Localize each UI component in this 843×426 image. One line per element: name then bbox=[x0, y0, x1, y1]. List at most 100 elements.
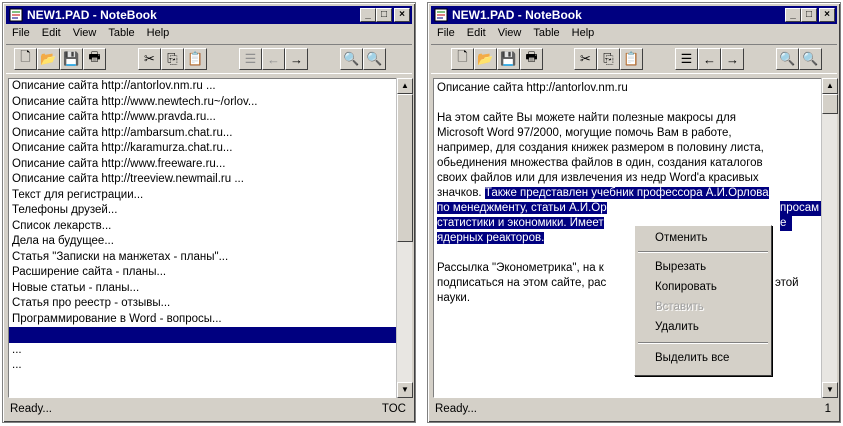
vertical-scrollbar[interactable]: ▲ ▼ bbox=[821, 78, 838, 398]
doc-line: Рассылка "Эконометрика", на к bbox=[437, 261, 604, 276]
scroll-down-button[interactable]: ▼ bbox=[822, 382, 838, 398]
doc-line: своих файлов или для извлечения из недр … bbox=[437, 171, 759, 186]
open-file-button[interactable]: 📂 bbox=[474, 48, 497, 70]
scroll-up-button[interactable]: ▲ bbox=[397, 78, 413, 94]
copy-button[interactable]: ⎘ bbox=[597, 48, 620, 70]
maximize-button[interactable]: □ bbox=[376, 8, 392, 22]
minimize-button[interactable]: _ bbox=[360, 8, 376, 22]
notebook-app-icon bbox=[434, 8, 448, 22]
list-item[interactable]: Текст для регистрации... bbox=[9, 188, 397, 204]
close-button[interactable]: × bbox=[394, 8, 410, 22]
new-file-button[interactable]: 🗋 bbox=[451, 48, 474, 70]
list-item[interactable]: Расширение сайта - планы... bbox=[9, 265, 397, 281]
notebook-app-icon bbox=[9, 8, 23, 22]
binoculars-icon: 🔍 bbox=[779, 51, 796, 66]
doc-text: Microsoft Word 97/2000, могущие помочь В… bbox=[437, 127, 732, 139]
list-item[interactable]: Описание сайта http://ambarsum.chat.ru..… bbox=[9, 126, 397, 142]
move-left-button[interactable]: ← bbox=[698, 48, 721, 70]
menu-help[interactable]: Help bbox=[566, 25, 601, 43]
doc-line: например, для создания книжек размером в… bbox=[437, 141, 764, 156]
open-folder-icon: 📂 bbox=[40, 51, 57, 66]
toc-list[interactable]: Описание сайта http://antorlov.nm.ru ...… bbox=[8, 78, 398, 398]
find-next-button[interactable]: 🔍 bbox=[799, 48, 822, 70]
title-bar[interactable]: NEW1.PAD - NoteBook _ □ × bbox=[431, 6, 837, 24]
doc-line: значков. Также представлен учебник профе… bbox=[437, 186, 769, 201]
find-next-button[interactable]: 🔍 bbox=[363, 48, 386, 70]
list-item[interactable]: Список лекарств... bbox=[9, 219, 397, 235]
list-item[interactable]: Описание сайта http://www.pravda.ru... bbox=[9, 110, 397, 126]
print-button[interactable]: 🖶 bbox=[83, 48, 106, 70]
printer-icon: 🖶 bbox=[88, 49, 101, 64]
status-text: Ready... bbox=[435, 403, 477, 415]
ctx-cut[interactable]: Вырезать bbox=[655, 261, 706, 273]
list-item[interactable]: Статья "Записки на манжетах - планы"... bbox=[9, 250, 397, 266]
cut-button[interactable]: ✂ bbox=[138, 48, 161, 70]
ctx-delete[interactable]: Удалить bbox=[655, 321, 699, 333]
list-item[interactable]: Дела на будущее... bbox=[9, 234, 397, 250]
list-item[interactable]: Телефоны друзей... bbox=[9, 203, 397, 219]
selected-text: ядерных реакторов. bbox=[437, 232, 545, 244]
scroll-thumb[interactable] bbox=[397, 94, 413, 242]
doc-line: На этом сайте Вы можете найти полезные м… bbox=[437, 111, 736, 126]
list-item[interactable]: Описание сайта http://antorlov.nm.ru ... bbox=[9, 79, 397, 95]
ctx-paste[interactable]: Вставить bbox=[655, 301, 704, 313]
minimize-button[interactable]: _ bbox=[785, 8, 801, 22]
new-file-button[interactable]: 🗋 bbox=[14, 48, 37, 70]
toolbar: 🗋 📂 💾 🖶 ✂ ⎘ 📋 ☰ ← → 🔍 🔍 bbox=[431, 44, 837, 74]
status-mode: TOC bbox=[381, 403, 406, 415]
move-right-button[interactable]: → bbox=[285, 48, 308, 70]
menu-view[interactable]: View bbox=[67, 25, 103, 43]
list-item[interactable] bbox=[9, 327, 397, 343]
list-item[interactable]: Описание сайта http://www.newtech.ru~/or… bbox=[9, 95, 397, 111]
copy-button[interactable]: ⎘ bbox=[161, 48, 184, 70]
list-item[interactable]: Описание сайта http://treeview.newmail.r… bbox=[9, 172, 397, 188]
list-item[interactable]: ... bbox=[9, 343, 397, 359]
list-button[interactable]: ☰ bbox=[239, 48, 262, 70]
move-right-button[interactable]: → bbox=[721, 48, 744, 70]
save-button[interactable]: 💾 bbox=[497, 48, 520, 70]
ctx-copy[interactable]: Копировать bbox=[655, 281, 717, 293]
list-item[interactable]: Программирование в Word - вопросы... bbox=[9, 312, 397, 328]
scissors-icon: ✂ bbox=[580, 51, 591, 66]
find-button[interactable]: 🔍 bbox=[340, 48, 363, 70]
menu-file[interactable]: File bbox=[6, 25, 36, 43]
ctx-select-all[interactable]: Выделить все bbox=[655, 352, 729, 364]
doc-line: Microsoft Word 97/2000, могущие помочь В… bbox=[437, 126, 732, 141]
menu-view[interactable]: View bbox=[492, 25, 528, 43]
menu-bar: File Edit View Table Help bbox=[6, 25, 412, 43]
list-item[interactable]: Новые статьи - планы... bbox=[9, 281, 397, 297]
menu-table[interactable]: Table bbox=[102, 25, 140, 43]
menu-edit[interactable]: Edit bbox=[461, 25, 492, 43]
list-item[interactable]: Статья про реестр - отзывы... bbox=[9, 296, 397, 312]
ctx-undo[interactable]: Отменить bbox=[655, 232, 708, 244]
list-item[interactable]: Описание сайта http://www.freeware.ru... bbox=[9, 157, 397, 173]
list-button[interactable]: ☰ bbox=[675, 48, 698, 70]
status-bar: Ready... 1 bbox=[431, 399, 837, 419]
list-item[interactable]: Описание сайта http://karamurza.chat.ru.… bbox=[9, 141, 397, 157]
title-bar[interactable]: NEW1.PAD - NoteBook _ □ × bbox=[6, 6, 412, 24]
open-file-button[interactable]: 📂 bbox=[37, 48, 60, 70]
menu-file[interactable]: File bbox=[431, 25, 461, 43]
close-button[interactable]: × bbox=[819, 8, 835, 22]
vertical-scrollbar[interactable]: ▲ ▼ bbox=[396, 78, 413, 398]
menu-help[interactable]: Help bbox=[141, 25, 176, 43]
paste-button[interactable]: 📋 bbox=[184, 48, 207, 70]
save-button[interactable]: 💾 bbox=[60, 48, 83, 70]
find-button[interactable]: 🔍 bbox=[776, 48, 799, 70]
doc-text: науки. bbox=[437, 292, 471, 304]
status-line-number: 1 bbox=[824, 403, 831, 415]
move-left-button[interactable]: ← bbox=[262, 48, 285, 70]
print-button[interactable]: 🖶 bbox=[520, 48, 543, 70]
doc-line: ядерных реакторов. bbox=[437, 231, 545, 246]
scroll-thumb[interactable] bbox=[822, 94, 838, 114]
binoculars-icon: 🔍 bbox=[343, 51, 360, 66]
menu-table[interactable]: Table bbox=[527, 25, 565, 43]
scissors-icon: ✂ bbox=[144, 51, 155, 66]
paste-button[interactable]: 📋 bbox=[620, 48, 643, 70]
cut-button[interactable]: ✂ bbox=[574, 48, 597, 70]
menu-edit[interactable]: Edit bbox=[36, 25, 67, 43]
scroll-down-button[interactable]: ▼ bbox=[397, 382, 413, 398]
list-item[interactable]: ... bbox=[9, 358, 397, 374]
maximize-button[interactable]: □ bbox=[801, 8, 817, 22]
scroll-up-button[interactable]: ▲ bbox=[822, 78, 838, 94]
